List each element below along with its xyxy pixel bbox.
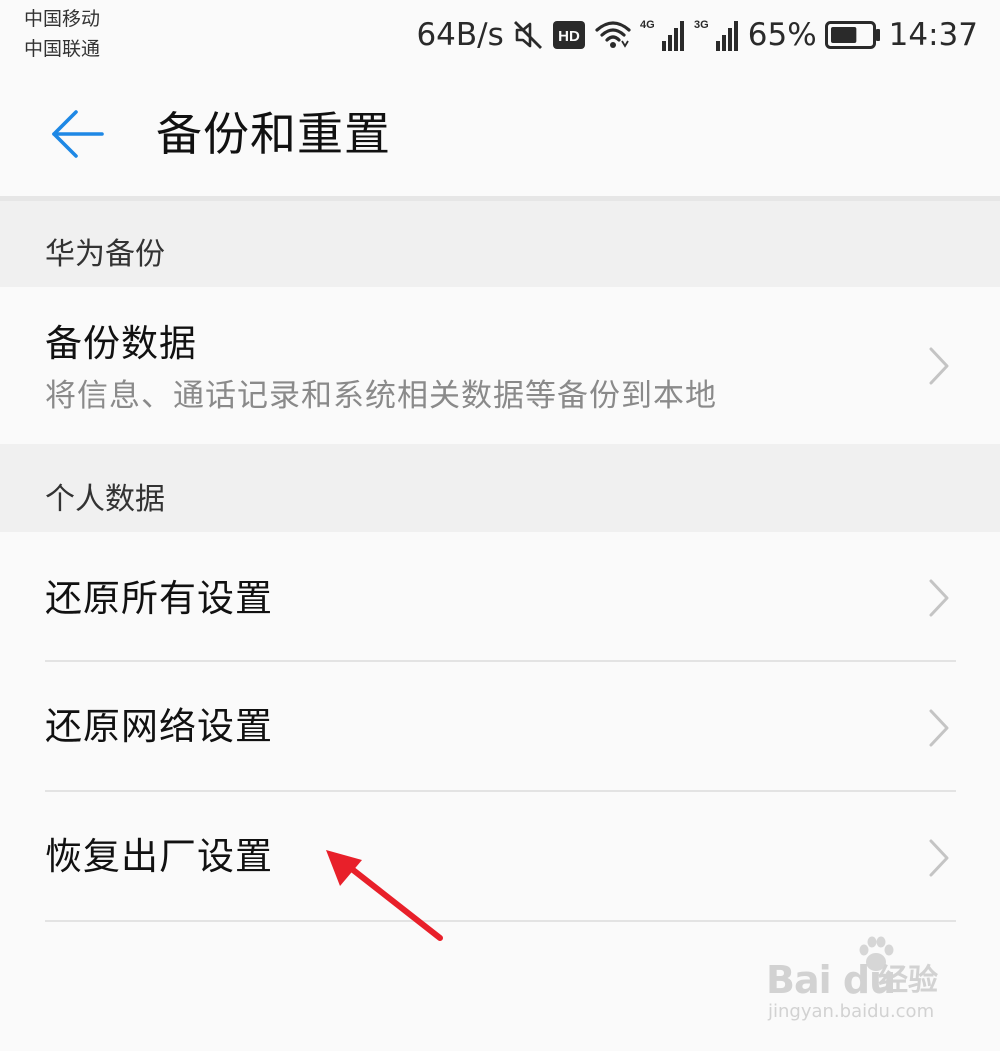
chevron-right-icon <box>929 347 949 385</box>
battery-icon <box>824 21 881 49</box>
list-item-title: 恢复出厂设置 <box>45 835 273 878</box>
carrier-2: 中国联通 <box>24 38 101 60</box>
list-item-title: 还原网络设置 <box>45 705 273 748</box>
wifi-icon <box>594 19 632 51</box>
list-item-title: 还原所有设置 <box>45 577 273 620</box>
watermark-brand-cn: 经验 <box>878 963 938 998</box>
chevron-right-icon <box>929 839 949 877</box>
annotation-arrow-icon <box>326 850 443 941</box>
section-title: 个人数据 <box>45 482 165 517</box>
signal-3g-icon: 3G <box>694 17 740 53</box>
battery-percent: 65% <box>747 17 817 53</box>
section-header-huawei-backup: 华为备份 <box>0 201 1000 287</box>
list-item-backup-data[interactable]: 备份数据 将信息、通话记录和系统相关数据等备份到本地 <box>0 287 1000 444</box>
list-item-reset-network-settings[interactable]: 还原网络设置 <box>0 662 1000 790</box>
arrow-left-icon <box>52 110 104 158</box>
watermark-url: jingyan.baidu.com <box>768 1001 935 1022</box>
watermark-brand: Bai du <box>766 958 896 1002</box>
network-speed: 64B/s <box>416 17 504 53</box>
chevron-right-icon <box>929 709 949 747</box>
page-title: 备份和重置 <box>156 107 391 161</box>
chevron-right-icon <box>929 579 949 617</box>
section-title: 华为备份 <box>45 237 165 272</box>
divider <box>45 920 956 922</box>
hd-icon: HD <box>552 20 586 50</box>
signal-4g-icon: 4G <box>640 17 686 53</box>
list-item-title: 备份数据 <box>45 322 197 365</box>
signal-3g-label: 3G <box>694 19 709 31</box>
list-item-subtitle: 将信息、通话记录和系统相关数据等备份到本地 <box>45 378 717 414</box>
clock: 14:37 <box>888 17 978 53</box>
status-bar: 中国移动 中国联通 64B/s HD 4G 3G 65% 14:37 <box>0 0 1000 70</box>
status-icons: 64B/s HD 4G 3G 65% 14:37 <box>416 12 978 58</box>
app-bar: 备份和重置 <box>0 70 1000 201</box>
list-item-factory-reset[interactable]: 恢复出厂设置 <box>0 792 1000 920</box>
hd-label: HD <box>558 28 580 45</box>
signal-4g-label: 4G <box>640 19 655 31</box>
list-item-reset-all-settings[interactable]: 还原所有设置 <box>0 532 1000 660</box>
baidu-watermark: Bai du 经验 jingyan.baidu.com <box>760 935 960 1035</box>
back-button[interactable] <box>50 108 106 160</box>
carrier-1: 中国移动 <box>24 8 101 30</box>
section-header-personal-data: 个人数据 <box>0 444 1000 532</box>
mute-icon <box>512 19 544 51</box>
